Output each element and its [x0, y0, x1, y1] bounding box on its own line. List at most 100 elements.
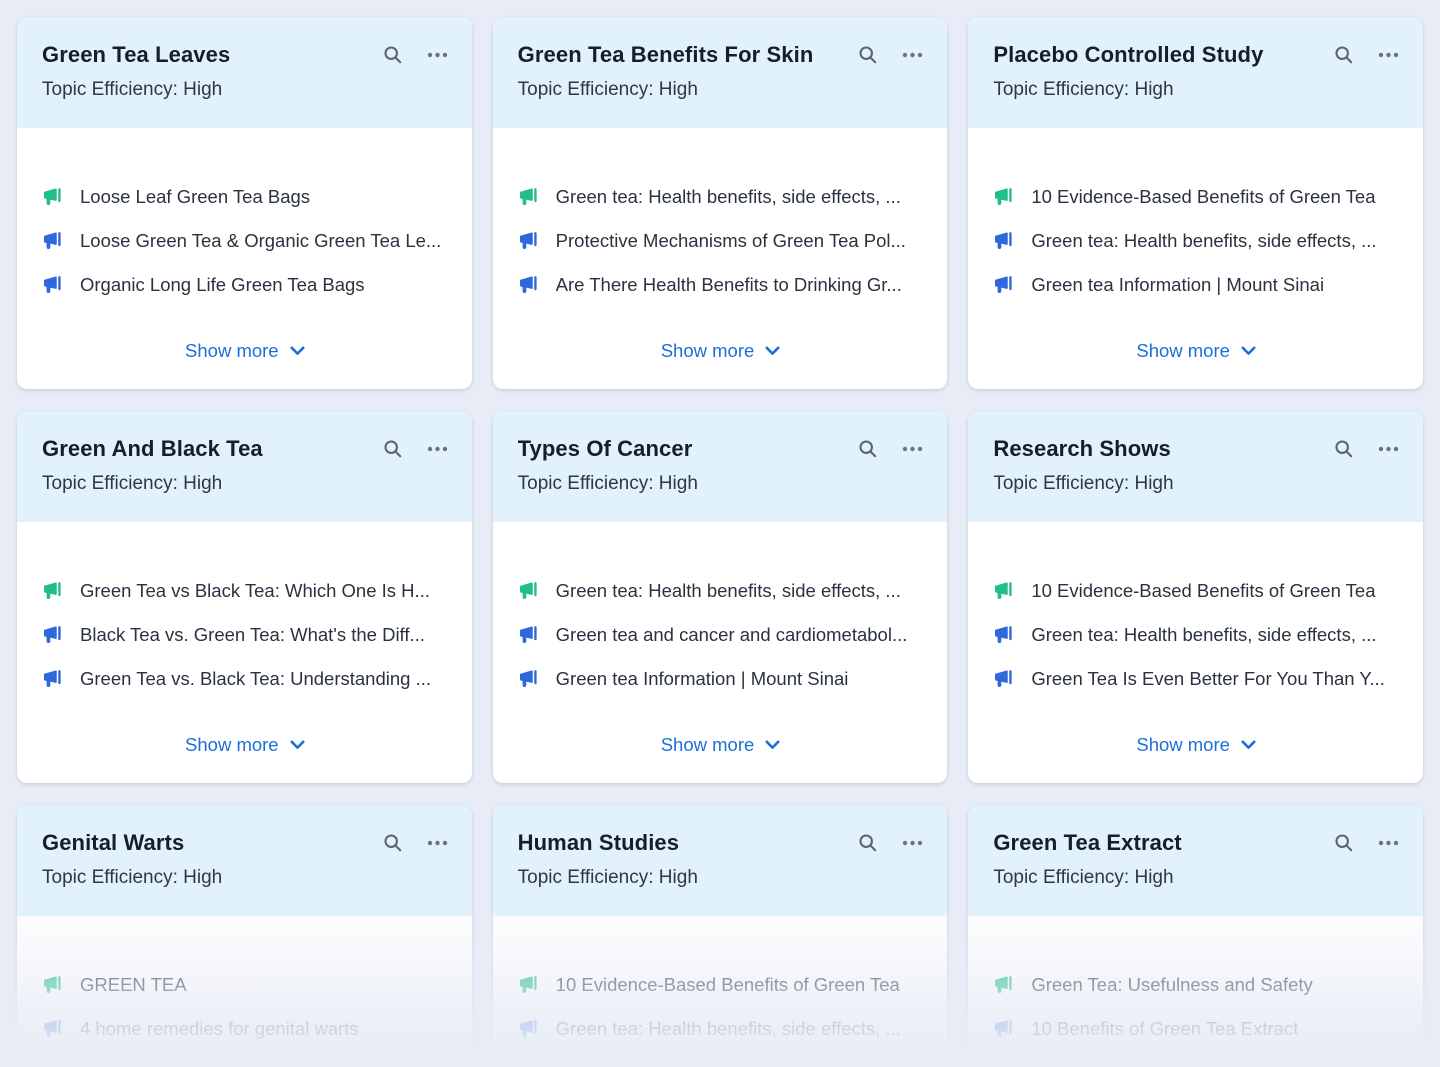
- headline-item[interactable]: GREEN TEA: [42, 963, 448, 1007]
- topic-card-header-top: Research Shows: [993, 436, 1399, 462]
- show-more-button[interactable]: Show more: [1136, 340, 1256, 362]
- topic-card-title: Green And Black Tea: [42, 436, 372, 462]
- more-options-icon[interactable]: [902, 840, 923, 846]
- headline-text: Green tea: Health benefits, side effects…: [1031, 624, 1376, 646]
- show-more-label: Show more: [1136, 734, 1230, 756]
- topic-card-header: Research Shows: [968, 411, 1423, 522]
- search-icon[interactable]: [857, 44, 879, 66]
- search-icon[interactable]: [382, 44, 404, 66]
- topic-card-body: Green Tea vs Black Tea: Which One Is H..…: [17, 522, 472, 783]
- headline-text: 10 Evidence-Based Benefits of Green Tea: [1031, 186, 1375, 208]
- megaphone-icon: [42, 581, 63, 601]
- headline-text: Green Tea vs Black Tea: Which One Is H..…: [80, 580, 430, 602]
- more-options-icon[interactable]: [427, 446, 448, 452]
- search-icon[interactable]: [1333, 44, 1355, 66]
- show-more-label: Show more: [661, 734, 755, 756]
- megaphone-icon: [42, 1019, 63, 1039]
- show-more-button[interactable]: Show more: [661, 734, 781, 756]
- megaphone-icon: [993, 1019, 1014, 1039]
- headline-item[interactable]: Green tea Information | Mount Sinai: [518, 657, 924, 701]
- headline-item[interactable]: Black Tea vs. Green Tea: What's the Diff…: [42, 613, 448, 657]
- topic-card-actions: [382, 438, 448, 460]
- headline-item[interactable]: Loose Green Tea & Organic Green Tea Le..…: [42, 219, 448, 263]
- more-options-icon[interactable]: [902, 52, 923, 58]
- topic-card-body: 10 Evidence-Based Benefits of Green Tea …: [968, 522, 1423, 783]
- headline-item[interactable]: Green Tea vs. Black Tea: Understanding .…: [42, 657, 448, 701]
- headline-text: Green tea and cancer and cardiometabol..…: [556, 624, 908, 646]
- megaphone-icon: [518, 625, 539, 645]
- show-more-button[interactable]: Show more: [185, 734, 305, 756]
- megaphone-icon: [518, 975, 539, 995]
- more-options-icon[interactable]: [1378, 52, 1399, 58]
- show-more-button[interactable]: Show more: [661, 340, 781, 362]
- more-options-icon[interactable]: [1378, 840, 1399, 846]
- headline-text: Are There Health Benefits to Drinking Gr…: [556, 274, 902, 296]
- headline-item[interactable]: Green tea: Health benefits, side effects…: [518, 175, 924, 219]
- chevron-down-icon: [765, 740, 780, 750]
- search-icon[interactable]: [857, 438, 879, 460]
- headline-item[interactable]: Green Tea Is Even Better For You Than Y.…: [993, 657, 1399, 701]
- topic-efficiency-label: Topic Efficiency: High: [518, 79, 924, 101]
- show-more-button[interactable]: Show more: [185, 340, 305, 362]
- search-icon[interactable]: [1333, 832, 1355, 854]
- headline-text: 10 Evidence-Based Benefits of Green Tea: [556, 974, 900, 996]
- topic-card: Types Of Cancer: [493, 411, 948, 783]
- megaphone-icon: [993, 187, 1014, 207]
- topic-card-actions: [1333, 438, 1399, 460]
- headline-item[interactable]: Loose Leaf Green Tea Bags: [42, 175, 448, 219]
- more-options-icon[interactable]: [427, 52, 448, 58]
- topic-card-title: Types Of Cancer: [518, 436, 848, 462]
- megaphone-icon: [42, 669, 63, 689]
- headline-list: Loose Leaf Green Tea Bags Loose Green Te…: [42, 175, 448, 307]
- show-more-button[interactable]: Show more: [1136, 734, 1256, 756]
- topic-card-body: 10 Evidence-Based Benefits of Green Tea …: [968, 128, 1423, 389]
- headline-item[interactable]: Organic Long Life Green Tea Bags: [42, 263, 448, 307]
- headline-item[interactable]: Green tea: Health benefits, side effects…: [993, 613, 1399, 657]
- topic-card: Green Tea Extract: [968, 805, 1423, 1067]
- headline-item[interactable]: Green Tea: Usefulness and Safety: [993, 963, 1399, 1007]
- topic-card-actions: [857, 832, 923, 854]
- headline-item[interactable]: 4 home remedies for genital warts: [42, 1007, 448, 1051]
- headline-item[interactable]: Green tea and cancer and cardiometabol..…: [518, 613, 924, 657]
- more-options-icon[interactable]: [902, 446, 923, 452]
- headline-item[interactable]: 10 Evidence-Based Benefits of Green Tea: [518, 963, 924, 1007]
- headline-list: 10 Evidence-Based Benefits of Green Tea …: [993, 175, 1399, 307]
- headline-item[interactable]: 10 Evidence-Based Benefits of Green Tea: [993, 569, 1399, 613]
- megaphone-icon: [993, 669, 1014, 689]
- topic-card-body: Green tea: Health benefits, side effects…: [493, 522, 948, 783]
- headline-text: 10 Evidence-Based Benefits of Green Tea: [1031, 580, 1375, 602]
- search-icon[interactable]: [857, 832, 879, 854]
- headline-text: Green Tea: Usefulness and Safety: [1031, 974, 1312, 996]
- headline-item[interactable]: Are There Health Benefits to Drinking Gr…: [518, 263, 924, 307]
- headline-item[interactable]: Green tea: Health benefits, side effects…: [993, 219, 1399, 263]
- search-icon[interactable]: [382, 438, 404, 460]
- headline-item[interactable]: 10 Benefits of Green Tea Extract: [993, 1007, 1399, 1051]
- more-options-icon[interactable]: [427, 840, 448, 846]
- search-icon[interactable]: [1333, 438, 1355, 460]
- megaphone-icon: [42, 231, 63, 251]
- topic-efficiency-label: Topic Efficiency: High: [993, 473, 1399, 495]
- headline-list: Green tea: Health benefits, side effects…: [518, 175, 924, 307]
- megaphone-icon: [993, 231, 1014, 251]
- headline-item[interactable]: 10 Evidence-Based Benefits of Green Tea: [993, 175, 1399, 219]
- topic-card-header: Genital Warts: [17, 805, 472, 916]
- topic-card-title: Green Tea Extract: [993, 830, 1323, 856]
- headline-item[interactable]: Green tea: Health benefits, side effects…: [518, 569, 924, 613]
- headline-text: 10 Benefits of Green Tea Extract: [1031, 1018, 1298, 1040]
- topic-card: Green Tea Benefits For Skin: [493, 17, 948, 389]
- headline-item[interactable]: Green tea: Health benefits, side effects…: [518, 1007, 924, 1051]
- headline-text: Loose Leaf Green Tea Bags: [80, 186, 310, 208]
- headline-item[interactable]: Green tea Information | Mount Sinai: [993, 263, 1399, 307]
- topic-card-header: Placebo Controlled Study: [968, 17, 1423, 128]
- more-options-icon[interactable]: [1378, 446, 1399, 452]
- search-icon[interactable]: [382, 832, 404, 854]
- megaphone-icon: [993, 975, 1014, 995]
- megaphone-icon: [518, 275, 539, 295]
- topic-card-actions: [1333, 44, 1399, 66]
- topic-efficiency-label: Topic Efficiency: High: [518, 473, 924, 495]
- headline-item[interactable]: Green Tea vs Black Tea: Which One Is H..…: [42, 569, 448, 613]
- topic-card-header: Human Studies: [493, 805, 948, 916]
- headline-item[interactable]: Protective Mechanisms of Green Tea Pol..…: [518, 219, 924, 263]
- topic-card-title: Green Tea Benefits For Skin: [518, 42, 848, 68]
- topic-card-header-top: Genital Warts: [42, 830, 448, 856]
